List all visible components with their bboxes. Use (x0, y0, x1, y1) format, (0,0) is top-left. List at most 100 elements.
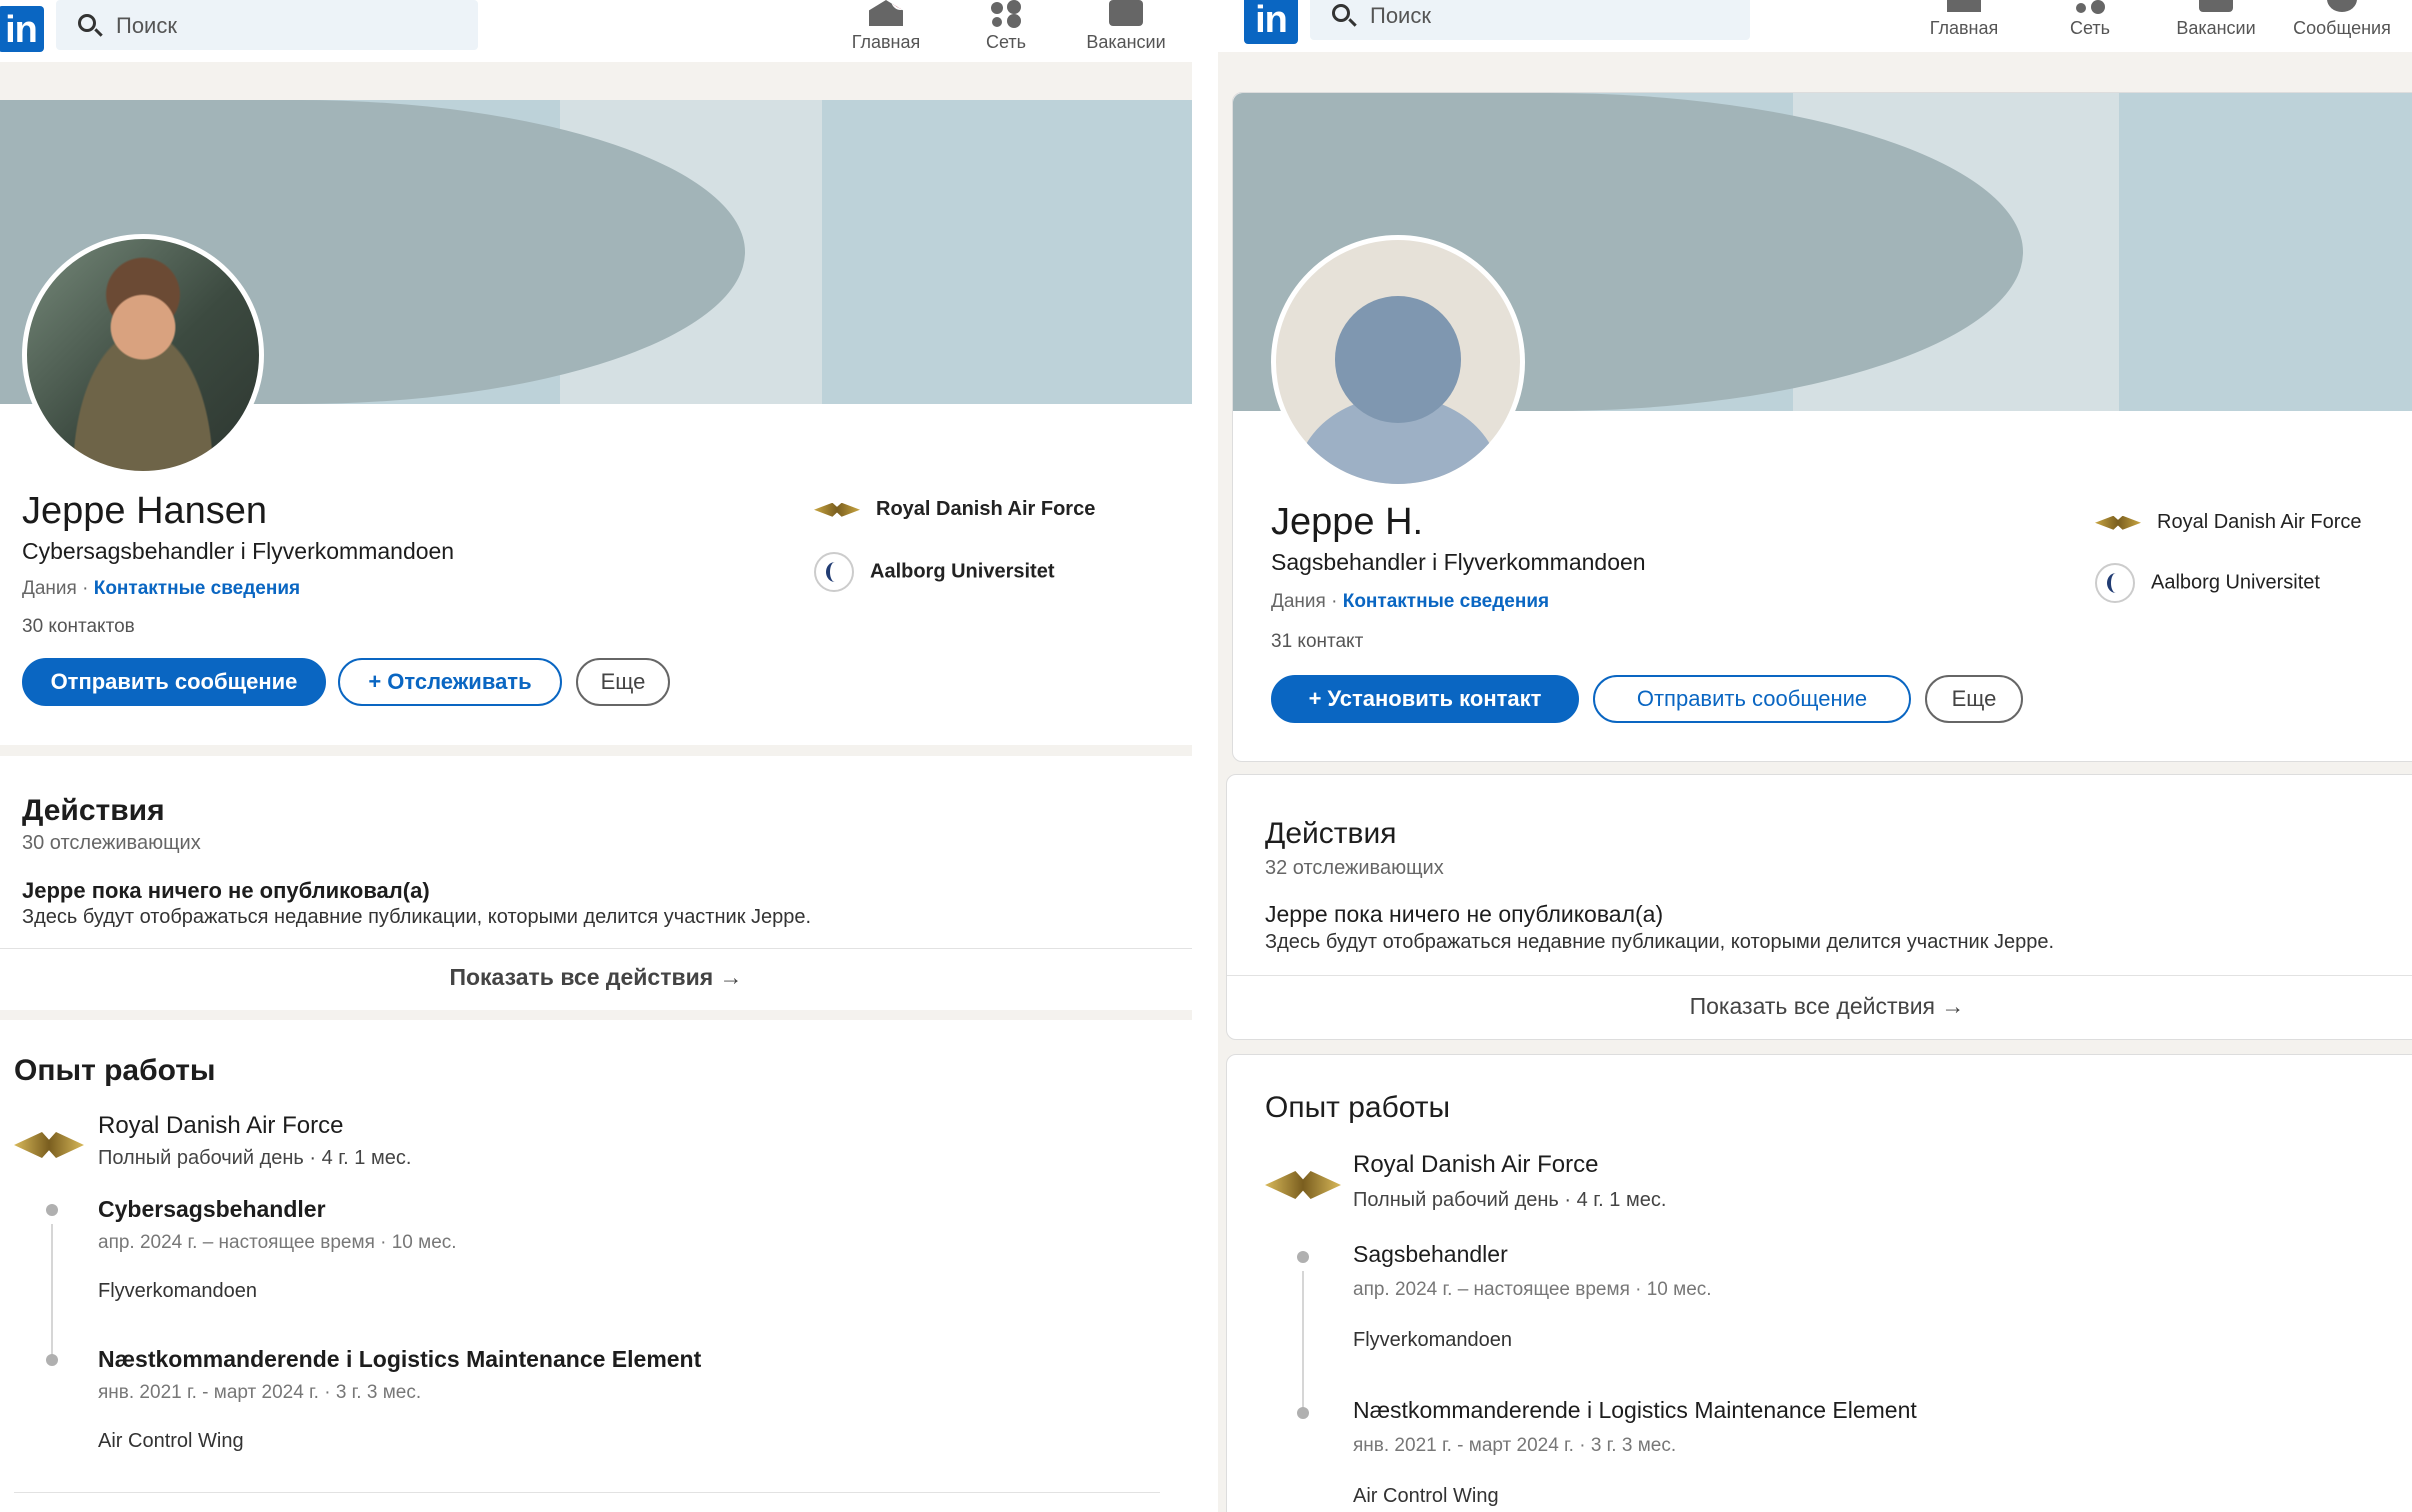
messages-icon (2327, 0, 2357, 12)
timeline-line (51, 1224, 53, 1360)
top-nav: in Поиск Главная Сеть Вакансии Сообщения (1218, 0, 2412, 52)
role-unit: Flyverkomandoen (1353, 1329, 1512, 1351)
activity-title: Действия (1265, 817, 1397, 850)
company-meta: Полный рабочий день · 4 г. 1 мес. (1353, 1189, 1667, 1211)
search-placeholder: Поиск (116, 13, 177, 38)
role-unit: Air Control Wing (98, 1430, 244, 1452)
role-dates: янв. 2021 г. - март 2024 г. · 3 г. 3 мес… (1353, 1435, 1677, 1456)
follow-button[interactable]: + Отслеживать (338, 658, 562, 706)
nav-home-label: Главная (1929, 18, 1999, 38)
air-force-logo-icon (814, 502, 860, 517)
activity-card: Действия 30 отслеживающих Jeppe пока нич… (0, 756, 1192, 1010)
followers-count: 32 отслеживающих (1265, 857, 1444, 879)
profile-location-line: Дания · Контактные сведения (1271, 591, 1550, 612)
connect-label: Установить контакт (1327, 686, 1542, 711)
network-icon (2073, 0, 2107, 12)
role-title[interactable]: Næstkommanderende i Logistics Maintenanc… (98, 1346, 701, 1373)
nav-network-label: Сеть (2069, 18, 2111, 38)
connect-button[interactable]: + Установить контакт (1271, 675, 1579, 723)
profile-photo-placeholder[interactable] (1271, 235, 1525, 489)
timeline-dot (46, 1354, 58, 1366)
connections-count: 30 контактов (22, 616, 135, 637)
divider (0, 948, 1192, 949)
home-icon (869, 0, 903, 26)
nav-home[interactable]: Главная (1904, 0, 2024, 39)
air-force-logo-icon[interactable] (14, 1132, 84, 1158)
aalborg-logo-icon (814, 552, 854, 592)
role-title[interactable]: Sagsbehandler (1353, 1241, 1508, 1268)
aalborg-logo-icon (2095, 563, 2135, 603)
role-unit: Air Control Wing (1353, 1485, 1499, 1507)
profile-name: Jeppe Hansen (22, 490, 268, 532)
message-button[interactable]: Отправить сообщение (22, 658, 326, 706)
org-aalborg-label: Aalborg Universitet (870, 560, 1055, 583)
search-bar[interactable]: Поиск (56, 0, 478, 50)
more-button[interactable]: Еще (1925, 675, 2023, 723)
timeline-line (1302, 1271, 1304, 1417)
role-dates: апр. 2024 г. – настоящее время · 10 мес. (98, 1232, 457, 1253)
experience-card: Опыт работы Royal Danish Air Force Полны… (1226, 1054, 2412, 1512)
role-dates: апр. 2024 г. – настоящее время · 10 мес. (1353, 1279, 1712, 1300)
nav-jobs[interactable]: Вакансии (1066, 0, 1186, 53)
search-bar[interactable]: Поиск (1310, 0, 1750, 40)
org-aalborg[interactable]: Aalborg Universitet (2095, 563, 2320, 603)
connections-count: 31 контакт (1271, 631, 1364, 652)
nav-messages[interactable]: Сообщения (2282, 0, 2402, 39)
more-button[interactable]: Еще (576, 658, 670, 706)
role-dates: янв. 2021 г. - март 2024 г. · 3 г. 3 мес… (98, 1382, 422, 1403)
role-unit: Flyverkomandoen (98, 1280, 257, 1302)
notification-badge (891, 0, 903, 10)
briefcase-icon (1109, 0, 1143, 26)
no-posts-description: Здесь будут отображаться недавние публик… (22, 906, 812, 928)
nav-jobs-label: Вакансии (2176, 18, 2256, 38)
divider (1227, 975, 2412, 976)
profile-headline: Cybersagsbehandler i Flyverkommandoen (22, 538, 455, 564)
avatar-head (1334, 296, 1462, 423)
nav-messages-label: Сообщения (2293, 18, 2391, 38)
right-profile-screenshot: in Поиск Главная Сеть Вакансии Сообщения (1218, 0, 2412, 1512)
org-aalborg[interactable]: Aalborg Universitet (814, 552, 1054, 592)
profile-card: Jeppe H. Sagsbehandler i Flyverkommandoe… (1232, 92, 2412, 762)
nav-network[interactable]: Сеть (2030, 0, 2150, 39)
profile-location-line: Дания · Контактные сведения (22, 578, 301, 599)
experience-title: Опыт работы (1265, 1091, 1451, 1124)
profile-card: Jeppe Hansen Cybersagsbehandler i Flyver… (0, 100, 1192, 745)
nav-jobs-label: Вакансии (1086, 32, 1166, 52)
linkedin-logo-icon[interactable]: in (0, 6, 44, 52)
role-title[interactable]: Cybersagsbehandler (98, 1196, 326, 1223)
company-name[interactable]: Royal Danish Air Force (98, 1112, 343, 1140)
profile-name: Jeppe H. (1271, 501, 1424, 543)
show-all-activity-link[interactable]: Показать все действия → (1227, 993, 2412, 1020)
followers-count: 30 отслеживающих (22, 832, 201, 854)
add-person-icon: + (1308, 686, 1322, 711)
no-posts-title: Jeppe пока ничего не опубликовал(а) (22, 878, 430, 903)
profile-photo[interactable] (22, 234, 264, 476)
top-nav: in Поиск Главная Сеть Вакансии (0, 0, 1192, 62)
company-name[interactable]: Royal Danish Air Force (1353, 1151, 1598, 1179)
nav-home[interactable]: Главная (826, 0, 946, 53)
experience-title: Опыт работы (14, 1054, 216, 1087)
nav-network[interactable]: Сеть (946, 0, 1066, 53)
org-air-force[interactable]: Royal Danish Air Force (2095, 511, 2362, 534)
company-meta: Полный рабочий день · 4 г. 1 мес. (98, 1147, 412, 1169)
contact-info-link[interactable]: Контактные сведения (94, 578, 300, 599)
linkedin-logo-icon[interactable]: in (1244, 0, 1298, 44)
profile-location: Дания (22, 578, 77, 599)
network-icon (989, 0, 1023, 26)
divider (14, 1492, 1160, 1493)
no-posts-title: Jeppe пока ничего не опубликовал(а) (1265, 901, 1664, 927)
timeline-dot (1297, 1251, 1309, 1263)
no-posts-description: Здесь будут отображаться недавние публик… (1265, 931, 2055, 953)
profile-location: Дания (1271, 591, 1326, 612)
show-all-activity-link[interactable]: Показать все действия → (0, 964, 1192, 991)
nav-jobs[interactable]: Вакансии (2156, 0, 2276, 39)
home-icon (1947, 0, 1981, 12)
contact-info-link[interactable]: Контактные сведения (1343, 591, 1549, 612)
role-title[interactable]: Næstkommanderende i Logistics Maintenanc… (1353, 1397, 1917, 1424)
air-force-logo-icon[interactable] (1265, 1171, 1341, 1199)
org-air-force[interactable]: Royal Danish Air Force (814, 498, 1095, 521)
screenshot-divider (1192, 0, 1218, 1512)
org-aalborg-label: Aalborg Universitet (2151, 571, 2320, 594)
message-button[interactable]: Отправить сообщение (1593, 675, 1911, 723)
profile-headline: Sagsbehandler i Flyverkommandoen (1271, 549, 1646, 575)
